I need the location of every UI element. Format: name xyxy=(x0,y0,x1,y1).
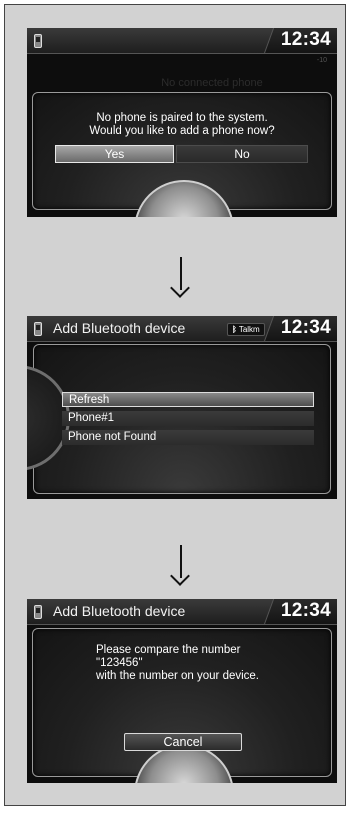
message-line1: Please compare the number xyxy=(96,644,241,656)
clock: 12:34 xyxy=(280,600,331,621)
bluetooth-icon: ᛒ xyxy=(232,325,237,334)
list-item-phone-not-found[interactable]: Phone not Found xyxy=(62,430,314,445)
screen-title: Add Bluetooth device xyxy=(53,320,186,336)
phone-icon xyxy=(34,322,42,336)
bluetooth-status: ᛒ Talkm xyxy=(227,323,265,336)
title-bar: Add Bluetooth device ᛒ Talkm 12:34 xyxy=(27,316,337,342)
screen-add-bluetooth-device: Add Bluetooth device ᛒ Talkm 12:34 Refres… xyxy=(27,316,337,499)
phone-icon xyxy=(34,605,42,619)
status-bar: 12:34 xyxy=(27,28,337,54)
down-arrow-icon xyxy=(170,257,191,298)
screen-compare-number: Add Bluetooth device 12:34 Please compar… xyxy=(27,599,337,783)
phone-icon xyxy=(34,34,42,48)
down-arrow-icon xyxy=(170,545,191,586)
list-item-refresh[interactable]: Refresh xyxy=(62,392,314,407)
dialog-message-line1: No phone is paired to the system. xyxy=(96,112,268,124)
dialog-message-line2: Would you like to add a phone now? xyxy=(89,125,275,137)
no-button[interactable]: No xyxy=(176,145,308,163)
yes-button[interactable]: Yes xyxy=(55,145,174,163)
screen-no-phone-paired: 12:34 -10 No connected phone No phone is… xyxy=(27,28,337,217)
clock: 12:34 xyxy=(280,317,331,338)
pairing-code: "123456" xyxy=(96,657,143,669)
signal-indicator: -10 xyxy=(316,57,327,64)
message-line3: with the number on your device. xyxy=(96,670,260,682)
control-dial xyxy=(134,180,234,217)
add-phone-dialog: No phone is paired to the system. Would … xyxy=(32,92,332,217)
background-status-text: No connected phone xyxy=(161,77,263,89)
list-item-phone1[interactable]: Phone#1 xyxy=(62,411,314,426)
title-bar: Add Bluetooth device 12:34 xyxy=(27,599,337,625)
cancel-button[interactable]: Cancel xyxy=(124,733,242,751)
bluetooth-status-label: Talkm xyxy=(238,325,260,334)
clock: 12:34 xyxy=(280,29,331,50)
compare-number-dialog: Please compare the number "123456" with … xyxy=(32,628,332,783)
screen-title: Add Bluetooth device xyxy=(53,603,186,619)
